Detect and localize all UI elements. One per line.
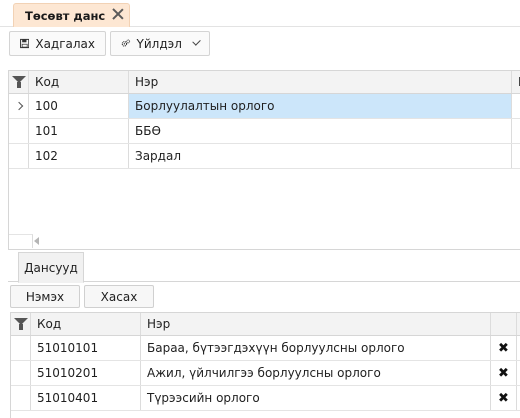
column-header-extra[interactable]: E: [512, 71, 520, 93]
column-header-code[interactable]: Код: [29, 71, 129, 93]
chevron-right-icon: [14, 101, 23, 111]
column-header-name[interactable]: Нэр: [129, 71, 512, 93]
cell-code[interactable]: 102: [29, 144, 129, 168]
horizontal-scrollbar[interactable]: [9, 234, 33, 248]
action-dropdown-button[interactable]: Үйлдэл: [110, 31, 210, 56]
row-indicator: [11, 361, 31, 385]
app-root: Төсөвт данс Хадгалах Үйлдэл Код Нэр 100 …: [0, 0, 520, 418]
close-icon[interactable]: [111, 7, 125, 21]
tab-accounts[interactable]: Дансууд: [18, 252, 84, 283]
cell-code[interactable]: 51010201: [31, 361, 141, 385]
delete-row-icon[interactable]: ✖: [495, 339, 513, 357]
tab-budget-account[interactable]: Төсөвт данс: [13, 3, 130, 27]
cell-name[interactable]: ББӨ: [129, 119, 512, 143]
table-row[interactable]: 101 ББӨ: [9, 119, 520, 144]
delete-row-icon[interactable]: ✖: [495, 364, 513, 382]
save-button[interactable]: Хадгалах: [9, 31, 106, 56]
save-icon: [20, 38, 30, 49]
column-header-name[interactable]: Нэр: [141, 313, 491, 335]
toolbar: Хадгалах Үйлдэл: [0, 27, 520, 59]
scroll-left-icon[interactable]: [34, 237, 39, 245]
table-row[interactable]: 51010101 Бараа, бүтээгдэхүүн борлуулсны …: [11, 336, 520, 361]
delete-row-icon[interactable]: ✖: [495, 389, 513, 407]
cell-code[interactable]: 51010101: [31, 336, 141, 360]
delete-cell: ✖: [491, 336, 517, 360]
action-label: Үйлдэл: [136, 36, 182, 51]
cell-name[interactable]: Түрээсийн орлого: [141, 386, 491, 410]
cell-name[interactable]: Борлуулалтын орлого: [129, 94, 512, 118]
delete-cell: ✖: [491, 361, 517, 385]
filter-icon: [13, 317, 28, 331]
row-indicator: [11, 386, 31, 410]
cell-code[interactable]: 101: [29, 119, 129, 143]
filter-icon: [11, 75, 26, 89]
cell-extra[interactable]: [512, 144, 520, 168]
cell-name[interactable]: Бараа, бүтээгдэхүүн борлуулсны орлого: [141, 336, 491, 360]
filter-toggle[interactable]: [11, 313, 31, 335]
table-row[interactable]: 51010201 Ажил, үйлчилгээ борлуулсны орло…: [11, 361, 520, 386]
column-header-delete: [491, 313, 517, 335]
cell-extra[interactable]: [512, 119, 520, 143]
cell-extra[interactable]: [512, 94, 520, 118]
add-button[interactable]: Нэмэх: [10, 285, 80, 308]
row-indicator: [9, 144, 29, 168]
remove-button[interactable]: Хасах: [84, 285, 154, 308]
delete-cell: ✖: [491, 386, 517, 410]
filter-toggle[interactable]: [9, 71, 29, 93]
grid-header: Код Нэр: [11, 312, 520, 336]
chevron-down-icon: [192, 37, 201, 46]
row-indicator: [9, 119, 29, 143]
tab-label: Төсөвт данс: [25, 9, 106, 23]
sub-tab-strip: Дансууд: [8, 250, 520, 283]
gears-icon: [121, 39, 131, 47]
table-row[interactable]: 102 Зардал: [9, 144, 520, 169]
table-row[interactable]: 100 Борлуулалтын орлого: [9, 94, 520, 119]
table-row[interactable]: 51010401 Түрээсийн орлого ✖: [11, 386, 520, 411]
accounts-grid: Код Нэр E 100 Борлуулалтын орлого 101 ББ…: [8, 70, 520, 250]
cell-name[interactable]: Ажил, үйлчилгээ борлуулсны орлого: [141, 361, 491, 385]
grid-header: Код Нэр E: [9, 70, 520, 94]
save-label: Хадгалах: [35, 36, 95, 51]
column-header-code[interactable]: Код: [31, 313, 141, 335]
cell-name[interactable]: Зардал: [129, 144, 512, 168]
cell-code[interactable]: 51010401: [31, 386, 141, 410]
cell-code[interactable]: 100: [29, 94, 129, 118]
row-indicator: [11, 336, 31, 360]
document-tab-strip: Төсөвт данс: [0, 0, 520, 27]
row-indicator: [9, 94, 29, 118]
detail-accounts-grid: Код Нэр 51010101 Бараа, бүтээгдэхүүн бор…: [10, 312, 520, 418]
